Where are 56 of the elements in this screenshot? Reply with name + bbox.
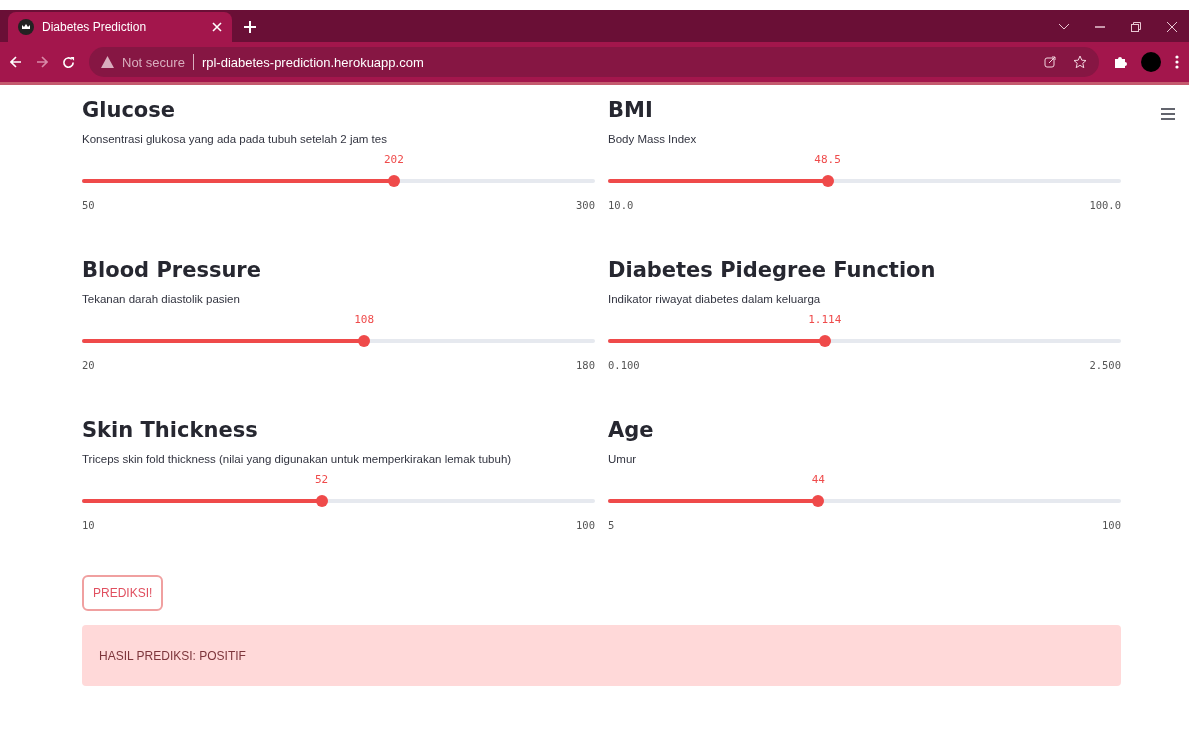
- address-bar[interactable]: Not secure rpl-diabetes-prediction.herokuapp.com: [89, 47, 1099, 77]
- slider-min: 0.100: [608, 359, 640, 371]
- slider-value: 202: [383, 153, 404, 166]
- slider-thumb[interactable]: [315, 495, 328, 507]
- forward-arrow-icon[interactable]: [36, 56, 48, 68]
- close-icon[interactable]: [1167, 22, 1177, 32]
- slider-title: Skin Thickness: [82, 417, 259, 444]
- slider-description: Umur: [608, 453, 638, 465]
- slider-value: 48.5: [814, 153, 841, 166]
- slider-value: 52: [314, 473, 329, 486]
- slider-value: 1.114: [808, 313, 842, 326]
- slider-title: BMI: [608, 97, 654, 124]
- result-text: HASIL PREDIKSI: POSITIF: [99, 648, 246, 663]
- slider-value: 108: [354, 313, 375, 326]
- slider-min: 50: [82, 199, 95, 211]
- share-icon[interactable]: [1044, 55, 1057, 68]
- slider-thumb[interactable]: [818, 335, 831, 347]
- reload-icon[interactable]: [62, 55, 75, 69]
- slider-max: 300: [576, 199, 595, 211]
- warning-icon: [101, 56, 114, 68]
- slider-title: Glucose: [82, 97, 176, 124]
- slider-title: Diabetes Pidegree Function: [608, 257, 937, 284]
- slider-description: Indikator riwayat diabetes dalam keluarga: [608, 293, 822, 305]
- predict-button[interactable]: PREDIKSI!: [82, 575, 164, 611]
- chevron-down-icon[interactable]: [1059, 24, 1069, 30]
- slider-value: 44: [811, 473, 825, 486]
- more-icon[interactable]: [1175, 55, 1179, 69]
- slider-min: 10.0: [608, 199, 634, 211]
- browser-tab[interactable]: Diabetes Prediction: [8, 12, 232, 42]
- security-label: Not secure: [122, 54, 185, 70]
- slider-thumb[interactable]: [358, 335, 371, 347]
- slider-thumb[interactable]: [812, 495, 825, 507]
- puzzle-icon[interactable]: [1113, 55, 1127, 69]
- crown-icon: [18, 19, 34, 35]
- slider-min: 5: [608, 519, 615, 531]
- back-arrow-icon[interactable]: [10, 56, 22, 68]
- new-tab-icon[interactable]: [244, 21, 256, 33]
- slider-max: 100: [576, 519, 595, 531]
- slider-thumb[interactable]: [387, 175, 400, 187]
- slider-description: Tekanan darah diastolik pasien: [82, 293, 241, 305]
- slider-min: 10: [82, 519, 95, 531]
- slider-description: Triceps skin fold thickness (nilai yang digunakan untuk memperkirakan lemak tubuh): [82, 453, 513, 465]
- slider-description: Konsentrasi glukosa yang ada pada tubuh setelah 2 jam tes: [82, 133, 388, 145]
- slider-max: 100: [1102, 519, 1121, 531]
- slider-min: 20: [82, 359, 95, 371]
- slider-description: Body Mass Index: [608, 133, 698, 145]
- slider-max: 180: [576, 359, 595, 371]
- avatar-icon[interactable]: [1141, 52, 1161, 72]
- slider-thumb[interactable]: [821, 175, 834, 187]
- restore-icon[interactable]: [1131, 22, 1141, 32]
- star-icon[interactable]: [1073, 55, 1087, 69]
- slider-max: 2.500: [1089, 359, 1121, 371]
- slider-max: 100.0: [1089, 199, 1121, 211]
- url-text: rpl-diabetes-prediction.herokuapp.com: [201, 54, 424, 70]
- slider-title: Age: [608, 417, 655, 444]
- slider-title: Blood Pressure: [82, 257, 262, 284]
